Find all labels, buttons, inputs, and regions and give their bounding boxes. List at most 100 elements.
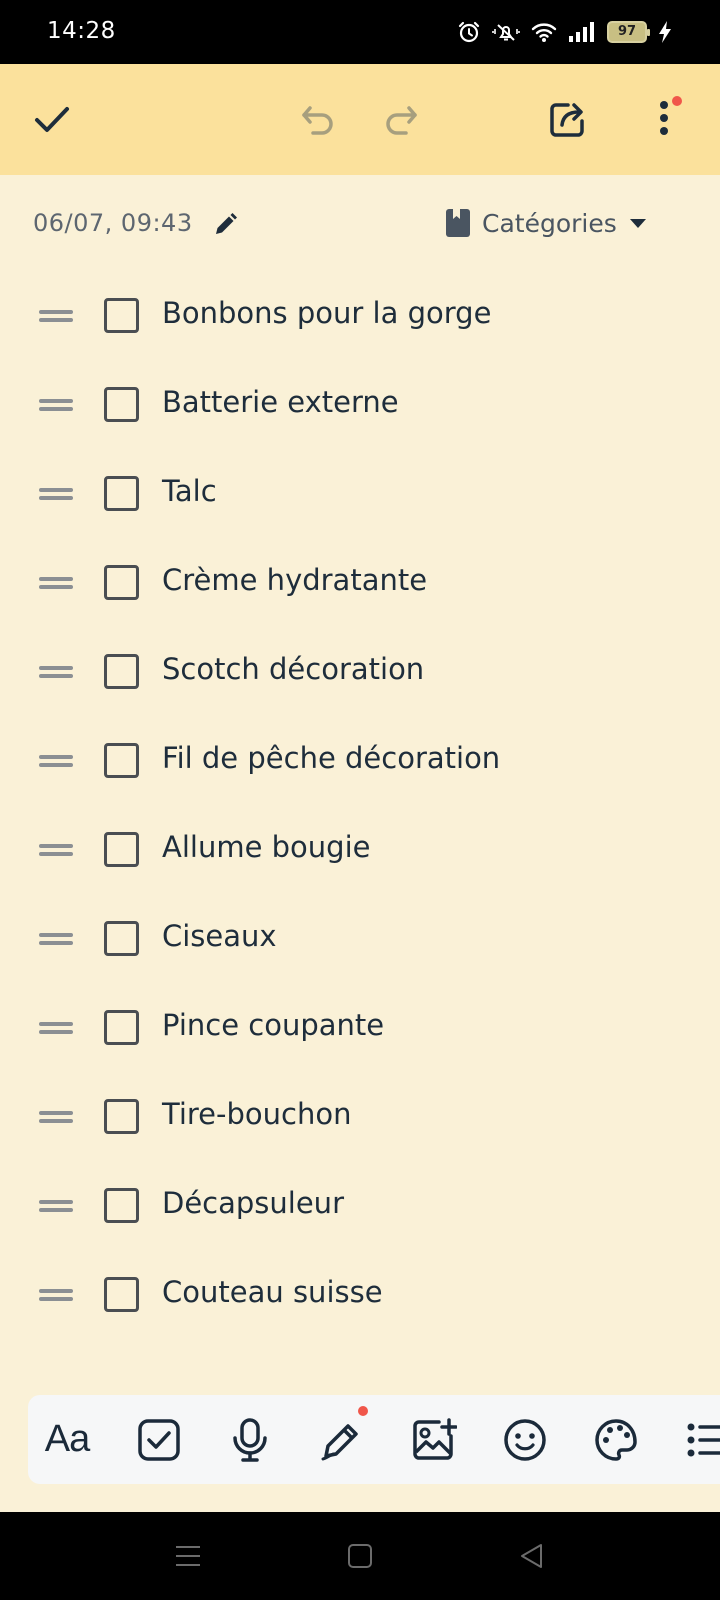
- drawing-notification-dot: [358, 1406, 368, 1416]
- drag-handle-icon[interactable]: [39, 751, 73, 771]
- undo-icon: [302, 106, 333, 135]
- drawing-button[interactable]: [307, 1395, 377, 1484]
- redo-icon: [386, 106, 417, 135]
- menu-icon: [176, 1546, 200, 1566]
- drag-handle-icon[interactable]: [39, 1018, 73, 1038]
- item-checkbox[interactable]: [104, 743, 139, 778]
- home-icon: [348, 1544, 372, 1568]
- item-checkbox[interactable]: [104, 476, 139, 511]
- text-format-icon: Aa: [44, 1418, 90, 1460]
- drag-handle-icon[interactable]: [39, 1196, 73, 1216]
- item-checkbox[interactable]: [104, 1188, 139, 1223]
- system-nav-bar: [0, 1512, 720, 1600]
- checklist-item[interactable]: Couteau suisse: [0, 1253, 720, 1342]
- item-checkbox[interactable]: [104, 1099, 139, 1134]
- status-bar: 14:28 97: [0, 0, 720, 64]
- item-checkbox[interactable]: [104, 565, 139, 600]
- checklist-item[interactable]: Pince coupante: [0, 986, 720, 1075]
- chevron-down-icon: [629, 219, 646, 228]
- item-label[interactable]: Talc: [162, 474, 217, 508]
- more-vertical-icon: [660, 101, 668, 135]
- text-format-button[interactable]: Aa: [32, 1395, 102, 1484]
- item-checkbox[interactable]: [104, 387, 139, 422]
- vibrate-off-icon: [492, 24, 520, 41]
- drag-handle-icon[interactable]: [39, 929, 73, 949]
- battery-level: 97: [617, 24, 637, 39]
- checklist-item[interactable]: Décapsuleur: [0, 1164, 720, 1253]
- folder-icon: [446, 209, 470, 237]
- item-label[interactable]: Pince coupante: [162, 1008, 384, 1042]
- item-checkbox[interactable]: [104, 1010, 139, 1045]
- checklist-item[interactable]: Ciseaux: [0, 897, 720, 986]
- microphone-icon: [233, 1417, 267, 1462]
- wifi-icon: [531, 23, 557, 42]
- drag-handle-icon[interactable]: [39, 840, 73, 860]
- item-label[interactable]: Couteau suisse: [162, 1275, 383, 1309]
- checklist-item[interactable]: Scotch décoration: [0, 630, 720, 719]
- add-image-button[interactable]: [399, 1395, 469, 1484]
- drag-handle-icon[interactable]: [39, 1285, 73, 1305]
- checkbox-icon: [138, 1418, 180, 1461]
- palette-icon: [595, 1418, 637, 1461]
- item-label[interactable]: Décapsuleur: [162, 1186, 344, 1220]
- item-label[interactable]: Tire-bouchon: [162, 1097, 351, 1131]
- drag-handle-icon[interactable]: [39, 395, 73, 415]
- item-checkbox[interactable]: [104, 921, 139, 956]
- checklist-item[interactable]: Tire-bouchon: [0, 1075, 720, 1164]
- status-icons: 97: [457, 17, 672, 47]
- checklist-item[interactable]: Crème hydratante: [0, 541, 720, 630]
- item-checkbox[interactable]: [104, 654, 139, 689]
- pen-icon: [321, 1423, 358, 1460]
- color-palette-button[interactable]: [581, 1395, 651, 1484]
- checklist-item[interactable]: Batterie externe: [0, 363, 720, 452]
- edit-date-icon[interactable]: [213, 211, 239, 237]
- redo-button[interactable]: [370, 89, 430, 149]
- back-icon: [521, 1544, 542, 1568]
- drag-handle-icon[interactable]: [39, 306, 73, 326]
- check-icon: [35, 107, 69, 132]
- checkbox-button[interactable]: [124, 1395, 194, 1484]
- item-label[interactable]: Ciseaux: [162, 919, 277, 953]
- item-label[interactable]: Crème hydratante: [162, 563, 427, 597]
- share-icon: [550, 103, 584, 137]
- notification-dot: [672, 96, 682, 106]
- item-label[interactable]: Batterie externe: [162, 385, 399, 419]
- share-button[interactable]: [538, 89, 598, 149]
- categories-dropdown[interactable]: Catégories: [444, 202, 649, 244]
- drag-handle-icon[interactable]: [39, 484, 73, 504]
- item-checkbox[interactable]: [104, 1277, 139, 1312]
- status-time: 14:28: [47, 18, 116, 44]
- format-toolbar: Aa: [28, 1395, 720, 1484]
- item-checkbox[interactable]: [104, 832, 139, 867]
- drag-handle-icon[interactable]: [39, 662, 73, 682]
- note-meta: 06/07, 09:43 Catégories: [0, 175, 720, 271]
- done-button[interactable]: [22, 89, 82, 149]
- checklist-item[interactable]: Fil de pêche décoration: [0, 719, 720, 808]
- more-options-button[interactable]: [634, 89, 694, 149]
- undo-button[interactable]: [289, 89, 349, 149]
- categories-label: Catégories: [482, 208, 617, 238]
- bullet-list-button[interactable]: [672, 1395, 720, 1484]
- checklist: Bonbons pour la gorge Batterie externe Tal…: [0, 274, 720, 1342]
- alarm-icon: [458, 21, 480, 43]
- bullet-list-icon: [687, 1423, 720, 1456]
- drag-handle-icon[interactable]: [39, 573, 73, 593]
- home-button[interactable]: [338, 1536, 382, 1576]
- item-label[interactable]: Bonbons pour la gorge: [162, 296, 491, 330]
- item-label[interactable]: Scotch décoration: [162, 652, 424, 686]
- item-label[interactable]: Allume bougie: [162, 830, 370, 864]
- checklist-item[interactable]: Allume bougie: [0, 808, 720, 897]
- add-image-icon: [413, 1417, 457, 1460]
- drag-handle-icon[interactable]: [39, 1107, 73, 1127]
- checklist-item[interactable]: Talc: [0, 452, 720, 541]
- checklist-item[interactable]: Bonbons pour la gorge: [0, 274, 720, 363]
- back-button[interactable]: [510, 1536, 554, 1576]
- note-toolbar: [0, 64, 720, 175]
- item-checkbox[interactable]: [104, 298, 139, 333]
- item-label[interactable]: Fil de pêche décoration: [162, 741, 500, 775]
- emoji-button[interactable]: [490, 1395, 560, 1484]
- battery-icon: 97: [607, 21, 650, 43]
- voice-button[interactable]: [215, 1395, 285, 1484]
- signal-icon: [569, 22, 594, 42]
- recent-apps-button[interactable]: [166, 1536, 210, 1576]
